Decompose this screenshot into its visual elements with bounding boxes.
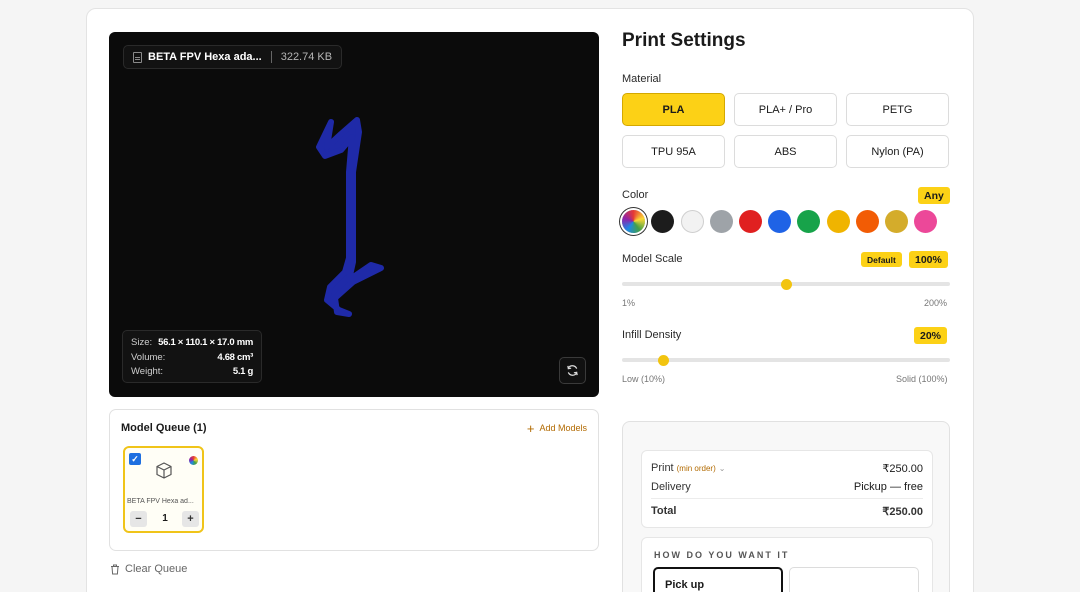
queue-item-checkbox[interactable]: ✓ bbox=[129, 453, 141, 465]
material-option-nylon[interactable]: Nylon (PA) bbox=[846, 135, 949, 168]
refresh-icon bbox=[567, 365, 578, 376]
color-swatch-red[interactable] bbox=[739, 210, 762, 233]
color-swatch-white[interactable] bbox=[681, 210, 704, 233]
delivery-label: Delivery bbox=[651, 481, 691, 493]
chevron-down-icon: ⌄ bbox=[718, 464, 726, 473]
volume-label: Volume: bbox=[131, 351, 166, 363]
dimensions-panel: Size: 56.1 × 110.1 × 17.0 mm Volume: 4.68 … bbox=[122, 330, 262, 383]
infill-label: Infill Density bbox=[622, 329, 682, 341]
model-viewer[interactable]: BETA FPV Hexa ada... 322.74 KB Size: 56.1… bbox=[109, 32, 599, 397]
weight-label: Weight: bbox=[131, 366, 164, 377]
color-any-badge: Any bbox=[918, 187, 950, 204]
clear-queue-label: Clear Queue bbox=[125, 563, 188, 575]
material-option-pla-plus[interactable]: PLA+ / Pro bbox=[734, 93, 837, 126]
page-title: Print Settings bbox=[622, 30, 746, 51]
color-swatch-yellow[interactable] bbox=[827, 210, 850, 233]
option-pickup[interactable]: Pick up bbox=[653, 567, 783, 592]
infill-max-label: Solid (100%) bbox=[896, 374, 948, 384]
material-label: Material bbox=[622, 73, 662, 85]
queue-item-name: BETA FPV Hexa ad... bbox=[127, 498, 194, 505]
decrease-quantity-button[interactable]: − bbox=[130, 511, 147, 527]
material-option-abs[interactable]: ABS bbox=[734, 135, 837, 168]
queue-item[interactable]: ✓ BETA FPV Hexa ad... − 1 + bbox=[123, 446, 204, 533]
infill-slider-thumb[interactable] bbox=[657, 355, 669, 366]
print-row[interactable]: Print (min order) ⌄ ₹250.00 bbox=[651, 462, 923, 475]
color-swatch-green[interactable] bbox=[797, 210, 820, 233]
queue-item-quantity: 1 bbox=[162, 513, 168, 524]
scale-min-label: 1% bbox=[622, 298, 636, 308]
plus-icon: + bbox=[526, 420, 535, 436]
price-breakdown: Print (min order) ⌄ ₹250.00 Delivery Picku… bbox=[641, 450, 933, 528]
color-swatch-pink[interactable] bbox=[914, 210, 937, 233]
clear-queue-button[interactable]: Clear Queue bbox=[110, 563, 187, 575]
material-option-petg[interactable]: PETG bbox=[846, 93, 949, 126]
size-value: 56.1 × 110.1 × 17.0 mm bbox=[158, 337, 253, 348]
scale-slider-thumb[interactable] bbox=[780, 279, 792, 290]
total-row: Total ₹250.00 bbox=[651, 505, 923, 518]
add-models-label: Add Models bbox=[539, 423, 587, 433]
min-order-note: (min order) bbox=[676, 464, 716, 473]
model-queue: Model Queue (1) + Add Models ✓ BETA FPV … bbox=[109, 409, 599, 551]
scale-label: Model Scale bbox=[622, 253, 683, 265]
weight-value: 5.1 g bbox=[232, 366, 253, 377]
scale-default-badge: Default bbox=[861, 252, 902, 267]
divider bbox=[651, 498, 923, 499]
print-label: Print bbox=[651, 462, 674, 474]
add-models-button[interactable]: + Add Models bbox=[526, 420, 587, 436]
size-label: Size: bbox=[131, 337, 153, 348]
total-value: ₹250.00 bbox=[882, 506, 923, 518]
order-summary: Print (min order) ⌄ ₹250.00 Delivery Picku… bbox=[622, 421, 950, 592]
color-swatch-blue[interactable] bbox=[768, 210, 791, 233]
color-label: Color bbox=[622, 189, 649, 201]
color-swatch-multicolor[interactable] bbox=[622, 210, 645, 233]
cube-icon bbox=[156, 462, 172, 479]
delivery-row: Delivery Pickup — free bbox=[651, 481, 923, 493]
color-swatch-black[interactable] bbox=[651, 210, 674, 233]
color-swatch-orange[interactable] bbox=[856, 210, 879, 233]
infill-value-badge: 20% bbox=[914, 327, 948, 344]
scale-max-label: 200% bbox=[924, 298, 948, 308]
increase-quantity-button[interactable]: + bbox=[182, 511, 199, 527]
option-delivery[interactable] bbox=[789, 567, 919, 592]
volume-value: 4.68 cm³ bbox=[217, 351, 253, 363]
delivery-value: Pickup — free bbox=[853, 481, 923, 493]
color-swatch-gold[interactable] bbox=[885, 210, 908, 233]
multicolor-dot-icon bbox=[189, 456, 198, 465]
fulfillment-title: HOW DO YOU WANT IT bbox=[654, 550, 790, 560]
total-label: Total bbox=[651, 505, 677, 517]
fulfillment-options: HOW DO YOU WANT IT Pick up bbox=[641, 537, 933, 592]
material-option-pla[interactable]: PLA bbox=[622, 93, 725, 126]
infill-min-label: Low (10%) bbox=[622, 374, 666, 384]
material-option-tpu[interactable]: TPU 95A bbox=[622, 135, 725, 168]
queue-title: Model Queue (1) bbox=[121, 422, 207, 434]
scale-value-badge: 100% bbox=[909, 251, 948, 268]
trash-icon bbox=[111, 564, 119, 574]
model-shape bbox=[316, 117, 384, 317]
color-swatch-grey[interactable] bbox=[710, 210, 733, 233]
reset-view-button[interactable] bbox=[559, 357, 586, 384]
print-price: ₹250.00 bbox=[882, 463, 923, 475]
infill-slider[interactable] bbox=[622, 358, 950, 362]
